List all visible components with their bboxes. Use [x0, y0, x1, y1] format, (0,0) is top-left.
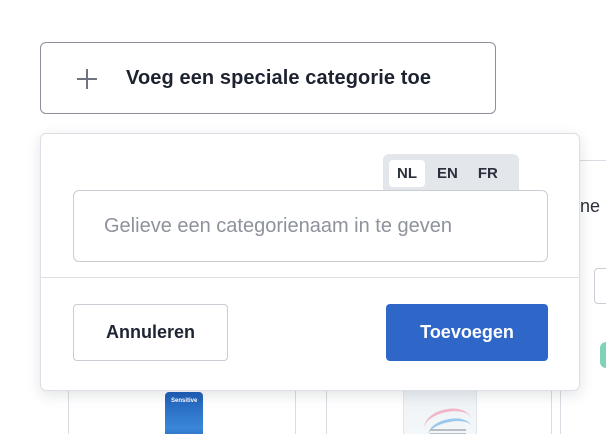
tab-language-fr[interactable]: FR [470, 160, 506, 187]
add-button[interactable]: Toevoegen [386, 304, 548, 361]
plus-icon [77, 69, 97, 89]
product-card[interactable]: Sensitive [68, 388, 296, 434]
product-tag: Sensitive [171, 398, 198, 404]
product-image: Sensitive [165, 392, 203, 434]
tab-language-en[interactable]: EN [429, 160, 466, 187]
add-special-category-button[interactable]: Voeg een speciale categorie toe [40, 42, 496, 114]
add-category-popover: NL EN FR Annuleren Toevoegen [40, 133, 580, 391]
partial-input[interactable] [594, 268, 606, 304]
language-tabs: NL EN FR [383, 154, 519, 194]
cancel-button[interactable]: Annuleren [73, 304, 228, 361]
category-name-input[interactable] [73, 190, 548, 262]
product-card[interactable] [326, 388, 552, 434]
status-badge [600, 342, 606, 368]
product-image [403, 388, 477, 434]
divider [41, 277, 579, 278]
package-text-lines [430, 429, 466, 431]
tab-language-nl[interactable]: NL [389, 160, 425, 187]
add-special-category-label: Voeg een speciale categorie toe [126, 67, 432, 89]
